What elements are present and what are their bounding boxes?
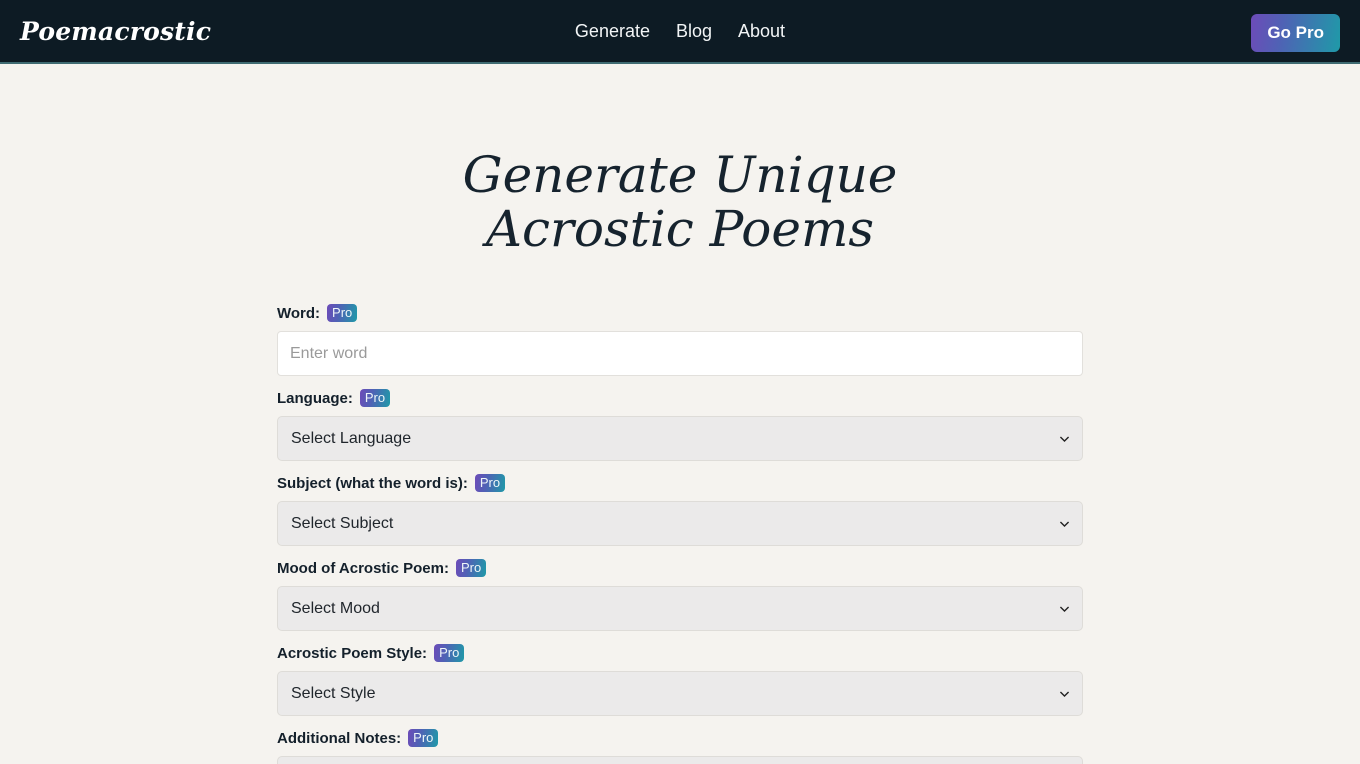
pro-badge-language[interactable]: Pro: [359, 389, 391, 407]
main-navigation: Generate Blog About: [575, 21, 785, 42]
label-mood-text: Mood of Acrostic Poem:: [277, 559, 449, 577]
language-select-wrapper: Select Language: [277, 416, 1083, 461]
additional-notes-textarea[interactable]: [277, 756, 1083, 764]
label-subject-text: Subject (what the word is):: [277, 474, 468, 492]
field-word: Word: Pro: [277, 304, 1083, 376]
mood-select[interactable]: Select Mood: [277, 586, 1083, 631]
field-mood: Mood of Acrostic Poem: Pro Select Mood: [277, 559, 1083, 631]
pro-badge-word[interactable]: Pro: [327, 304, 358, 322]
label-word-text: Word:: [277, 304, 321, 322]
field-style: Acrostic Poem Style: Pro Select Style: [277, 644, 1083, 716]
acrostic-generator-form: Word: Pro Language: Pro Select Language …: [277, 256, 1083, 764]
pro-badge-additional-notes[interactable]: Pro: [408, 729, 439, 747]
main-content: Generate Unique Acrostic Poems Word: Pro…: [0, 64, 1360, 764]
go-pro-button[interactable]: Go Pro: [1251, 14, 1340, 52]
label-word: Word: Pro: [277, 304, 1083, 322]
label-language: Language: Pro: [277, 389, 1083, 407]
page-title: Generate Unique Acrostic Poems: [462, 146, 898, 258]
pro-badge-subject[interactable]: Pro: [474, 474, 506, 492]
site-header: Poemacrostic Generate Blog About Go Pro: [0, 0, 1360, 64]
label-subject: Subject (what the word is): Pro: [277, 474, 1083, 492]
pro-badge-style[interactable]: Pro: [434, 644, 465, 662]
site-logo[interactable]: Poemacrostic: [20, 17, 211, 46]
style-select-wrapper: Select Style: [277, 671, 1083, 716]
subject-select[interactable]: Select Subject: [277, 501, 1083, 546]
label-additional-notes-text: Additional Notes:: [277, 729, 402, 747]
word-input[interactable]: [277, 331, 1083, 376]
field-subject: Subject (what the word is): Pro Select S…: [277, 474, 1083, 546]
style-select[interactable]: Select Style: [277, 671, 1083, 716]
pro-badge-mood[interactable]: Pro: [455, 559, 487, 577]
label-style-text: Acrostic Poem Style:: [277, 644, 428, 662]
nav-item-blog[interactable]: Blog: [676, 21, 712, 42]
nav-item-about[interactable]: About: [738, 21, 785, 42]
label-style: Acrostic Poem Style: Pro: [277, 644, 1083, 662]
mood-select-wrapper: Select Mood: [277, 586, 1083, 631]
label-language-text: Language:: [277, 389, 353, 407]
subject-select-wrapper: Select Subject: [277, 501, 1083, 546]
language-select[interactable]: Select Language: [277, 416, 1083, 461]
label-mood: Mood of Acrostic Poem: Pro: [277, 559, 1083, 577]
field-additional-notes: Additional Notes: Pro: [277, 729, 1083, 764]
label-additional-notes: Additional Notes: Pro: [277, 729, 1083, 747]
field-language: Language: Pro Select Language: [277, 389, 1083, 461]
nav-item-generate[interactable]: Generate: [575, 21, 650, 42]
